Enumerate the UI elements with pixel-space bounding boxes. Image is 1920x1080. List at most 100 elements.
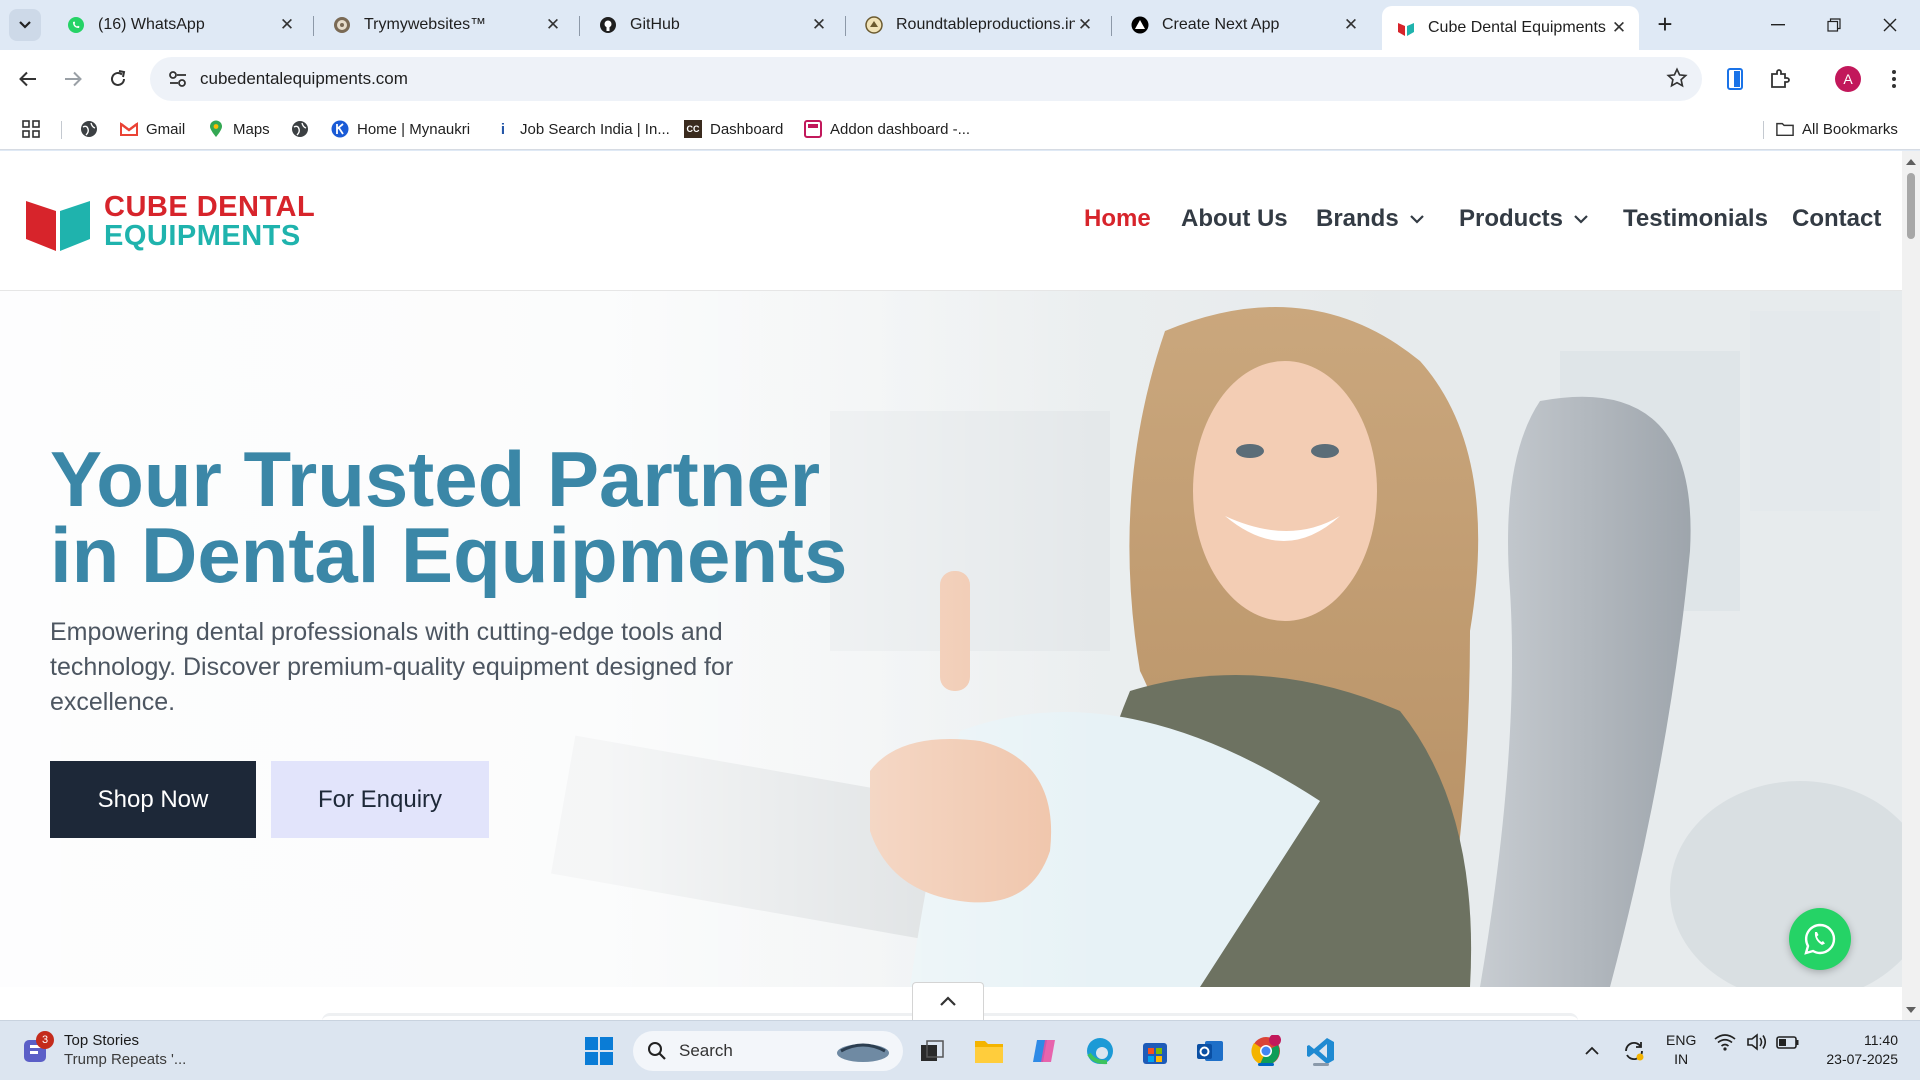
nav-about-us[interactable]: About Us bbox=[1181, 205, 1288, 233]
close-icon[interactable]: ✕ bbox=[1075, 15, 1095, 35]
search-label: Search bbox=[679, 1041, 733, 1060]
scroll-up-arrow-icon[interactable] bbox=[1905, 155, 1917, 167]
close-icon[interactable]: ✕ bbox=[277, 15, 297, 35]
copilot-button[interactable] bbox=[1026, 1033, 1062, 1069]
tab-github[interactable]: GitHub ✕ bbox=[584, 8, 839, 42]
hero-section: Your Trusted Partner in Dental Equipment… bbox=[0, 291, 1902, 987]
page-scrollbar[interactable] bbox=[1902, 151, 1920, 1020]
start-button[interactable] bbox=[581, 1033, 617, 1069]
close-icon[interactable]: ✕ bbox=[543, 15, 563, 35]
vscode-button[interactable] bbox=[1303, 1033, 1339, 1069]
url-text[interactable]: cubedentalequipments.com bbox=[200, 69, 408, 89]
address-bar[interactable]: cubedentalequipments.com bbox=[150, 57, 1702, 101]
close-icon[interactable]: ✕ bbox=[1341, 15, 1361, 35]
site-logo[interactable]: CUBE DENTAL EQUIPMENTS bbox=[26, 193, 315, 251]
whatsapp-icon bbox=[66, 15, 86, 35]
bookmark-addon-dashboard[interactable]: Addon dashboard -... bbox=[804, 118, 970, 140]
bookmark-maps[interactable]: Maps bbox=[207, 118, 270, 140]
sync-tray-button[interactable] bbox=[1616, 1033, 1652, 1069]
profile-button[interactable]: A bbox=[1832, 63, 1864, 95]
bookmark-gmail[interactable]: Gmail bbox=[120, 118, 185, 140]
nav-label: Home bbox=[1084, 205, 1151, 232]
region-code: IN bbox=[1674, 1051, 1689, 1067]
close-icon bbox=[1883, 18, 1897, 32]
apps-button[interactable] bbox=[22, 118, 40, 140]
forward-button[interactable] bbox=[55, 61, 91, 97]
nav-contact[interactable]: Contact bbox=[1792, 205, 1881, 233]
browser-menu-button[interactable] bbox=[1878, 63, 1910, 95]
bookmark-dashboard[interactable]: CC Dashboard bbox=[684, 118, 783, 140]
bookmark-globe-1[interactable] bbox=[80, 118, 106, 140]
folder-icon bbox=[1776, 120, 1794, 138]
store-icon bbox=[1143, 1043, 1167, 1064]
system-tray[interactable] bbox=[1714, 1033, 1800, 1051]
tab-title: Trymywebsites™ bbox=[364, 16, 487, 33]
store-button[interactable] bbox=[1137, 1033, 1173, 1069]
file-explorer-button[interactable] bbox=[971, 1033, 1007, 1069]
shop-now-button[interactable]: Shop Now bbox=[50, 761, 256, 838]
reload-button[interactable] bbox=[100, 61, 136, 97]
cc-icon: CC bbox=[684, 120, 702, 138]
nav-products[interactable]: Products bbox=[1459, 205, 1589, 233]
globe-icon bbox=[291, 120, 309, 138]
tab-search-button[interactable] bbox=[9, 9, 41, 41]
whatsapp-chat-button[interactable] bbox=[1789, 908, 1851, 970]
taskbar-search[interactable]: Search bbox=[633, 1031, 903, 1071]
tab-whatsapp[interactable]: (16) WhatsApp ✕ bbox=[52, 8, 307, 42]
extensions-button[interactable] bbox=[1764, 63, 1796, 95]
chrome-button[interactable] bbox=[1248, 1033, 1284, 1069]
show-hidden-icons-button[interactable] bbox=[1574, 1033, 1610, 1069]
new-tab-button[interactable]: + bbox=[1650, 9, 1680, 39]
task-view-icon bbox=[921, 1040, 944, 1061]
restore-button[interactable] bbox=[1806, 0, 1862, 50]
news-widget[interactable]: 3 Top Stories Trump Repeats '... bbox=[22, 1031, 186, 1069]
system-clock[interactable]: 11:40 23-07-2025 bbox=[1818, 1031, 1898, 1069]
language-code: ENG bbox=[1666, 1032, 1697, 1048]
edge-button[interactable] bbox=[1082, 1033, 1118, 1069]
arrow-left-icon bbox=[19, 71, 36, 87]
tab-trymywebsites[interactable]: Trymywebsites™ ✕ bbox=[318, 8, 573, 42]
tab-divider bbox=[845, 16, 846, 36]
logo-line-1: CUBE DENTAL bbox=[104, 191, 316, 223]
task-view-button[interactable] bbox=[914, 1033, 950, 1069]
nav-brands[interactable]: Brands bbox=[1316, 205, 1425, 233]
tab-divider bbox=[579, 16, 580, 36]
bookmark-divider bbox=[1763, 121, 1764, 139]
nav-label: About Us bbox=[1181, 205, 1288, 232]
nav-testimonials[interactable]: Testimonials bbox=[1623, 205, 1768, 233]
nav-label: Testimonials bbox=[1623, 205, 1768, 232]
all-bookmarks-button[interactable]: All Bookmarks bbox=[1776, 118, 1898, 140]
back-button[interactable] bbox=[10, 61, 46, 97]
bookmark-star-icon[interactable] bbox=[1666, 67, 1688, 94]
tab-next-app[interactable]: Create Next App ✕ bbox=[1116, 8, 1371, 42]
input-language[interactable]: ENG IN bbox=[1666, 1031, 1696, 1069]
windows-logo-icon bbox=[585, 1037, 613, 1065]
close-icon[interactable]: ✕ bbox=[1609, 18, 1629, 38]
enquiry-button[interactable]: For Enquiry bbox=[271, 761, 489, 838]
running-indicator bbox=[1258, 1063, 1274, 1066]
more-vertical-icon bbox=[1892, 70, 1896, 88]
chevron-down-icon bbox=[1409, 215, 1424, 224]
indeed-icon: i bbox=[500, 120, 506, 138]
bookmark-mynaukri[interactable]: Home | Mynaukri bbox=[331, 118, 470, 140]
tab-divider bbox=[313, 16, 314, 36]
close-window-button[interactable] bbox=[1862, 0, 1918, 50]
browser-toolbar: cubedentalequipments.com A bbox=[0, 50, 1920, 108]
tab-roundtable[interactable]: Roundtableproductions.in ✕ bbox=[850, 8, 1105, 42]
reading-mode-button[interactable] bbox=[1719, 63, 1751, 95]
gmail-icon bbox=[120, 120, 138, 138]
close-icon[interactable]: ✕ bbox=[809, 15, 829, 35]
site-info-icon[interactable] bbox=[156, 70, 200, 88]
scrollbar-thumb[interactable] bbox=[1907, 173, 1915, 239]
minimize-icon bbox=[1771, 24, 1785, 26]
page-viewport: CUBE DENTAL EQUIPMENTS Home About Us Bra… bbox=[0, 151, 1920, 1020]
outlook-button[interactable] bbox=[1192, 1033, 1228, 1069]
minimize-button[interactable] bbox=[1750, 0, 1806, 50]
bookmark-globe-2[interactable] bbox=[291, 118, 317, 140]
scroll-down-arrow-icon[interactable] bbox=[1905, 1004, 1917, 1016]
clock-date: 23-07-2025 bbox=[1826, 1051, 1898, 1067]
bookmark-indeed[interactable]: i Job Search India | In... bbox=[494, 118, 670, 140]
scroll-to-top-button[interactable] bbox=[912, 982, 984, 1020]
nav-home[interactable]: Home bbox=[1084, 205, 1151, 233]
tab-cube-dental[interactable]: Cube Dental Equipments - ✕ bbox=[1382, 6, 1639, 50]
